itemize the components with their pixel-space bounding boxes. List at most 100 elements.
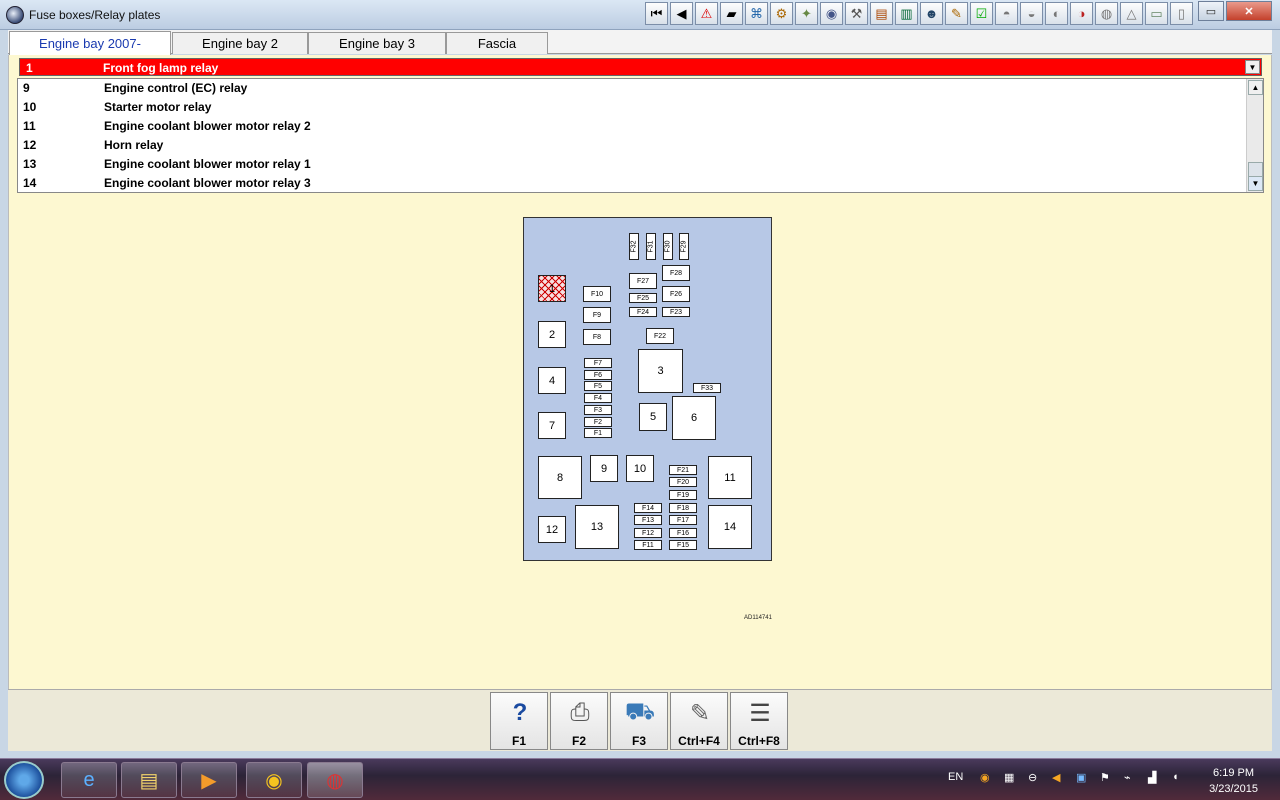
language-indicator[interactable]: EN — [948, 771, 963, 783]
fuse-f27[interactable]: F27 — [629, 273, 657, 289]
info-icon[interactable]: ▰ — [720, 2, 743, 25]
report-icon[interactable]: ☑ — [970, 2, 993, 25]
document-icon[interactable]: ▯ — [1170, 2, 1193, 25]
flag-icon[interactable]: ⚑ — [1100, 771, 1110, 784]
list-item[interactable]: 11 Engine coolant blower motor relay 2 — [18, 117, 1246, 136]
tab-engine-bay-2007[interactable]: Engine bay 2007- — [9, 31, 171, 55]
fuse-f18[interactable]: F18 — [669, 503, 697, 513]
relay-6[interactable]: 6 — [672, 396, 716, 440]
component-list[interactable]: 9 Engine control (EC) relay 10 Starter mot… — [17, 78, 1264, 193]
relay-1[interactable]: 1 — [538, 275, 566, 302]
edit-icon[interactable]: ✎ — [945, 2, 968, 25]
relay-9[interactable]: 9 — [590, 455, 618, 482]
vehicle-button[interactable]: ⛟ F3 — [610, 692, 668, 750]
start-button[interactable] — [4, 761, 44, 799]
fuse-f8[interactable]: F8 — [583, 329, 611, 345]
fuse-f31[interactable]: F31 — [646, 233, 656, 260]
list-item[interactable]: 13 Engine coolant blower motor relay 1 — [18, 155, 1246, 174]
car-service-icon[interactable]: ◒ — [1020, 2, 1043, 25]
media-player-icon[interactable]: ▶ — [181, 762, 237, 798]
app-taskbar-icon[interactable]: ◍ — [307, 762, 363, 798]
relay-4[interactable]: 4 — [538, 367, 566, 394]
relay-11[interactable]: 11 — [708, 456, 752, 499]
fuse-f4[interactable]: F4 — [584, 393, 612, 403]
relay-7[interactable]: 7 — [538, 412, 566, 439]
fuse-f21[interactable]: F21 — [669, 465, 697, 475]
help-button[interactable]: ? F1 — [490, 692, 548, 750]
fuse-f11[interactable]: F11 — [634, 540, 662, 550]
chrome-icon[interactable]: ◉ — [246, 762, 302, 798]
fuse-f33[interactable]: F33 — [693, 383, 721, 393]
minimize-button[interactable]: ▭ — [1198, 1, 1224, 21]
triangle-icon[interactable]: △ — [1120, 2, 1143, 25]
tray-icon[interactable]: ◉ — [980, 771, 990, 784]
tray-icon[interactable]: ⊖ — [1028, 771, 1037, 784]
relay-13[interactable]: 13 — [575, 505, 619, 549]
fuse-f23[interactable]: F23 — [662, 307, 690, 317]
tool-icon[interactable]: ✦ — [795, 2, 818, 25]
signal-icon[interactable]: ▟ — [1148, 771, 1156, 784]
people-icon[interactable]: ☻ — [920, 2, 943, 25]
network-icon[interactable]: ⌘ — [745, 2, 768, 25]
tab-engine-bay-2[interactable]: Engine bay 2 — [172, 32, 308, 54]
folder-icon[interactable]: ▤ — [121, 762, 177, 798]
fuse-f20[interactable]: F20 — [669, 477, 697, 487]
wrench-icon[interactable]: ⚒ — [845, 2, 868, 25]
chevron-down-icon[interactable]: ▼ — [1245, 60, 1260, 74]
fuse-f1[interactable]: F1 — [584, 428, 612, 438]
fuse-f24[interactable]: F24 — [629, 307, 657, 317]
fuse-f13[interactable]: F13 — [634, 515, 662, 525]
fuse-f5[interactable]: F5 — [584, 381, 612, 391]
fuse-f2[interactable]: F2 — [584, 417, 612, 427]
chart-icon[interactable]: ▤ — [870, 2, 893, 25]
car-tools-icon[interactable]: ◐ — [1045, 2, 1068, 25]
relay-2[interactable]: 2 — [538, 321, 566, 348]
tray-icon[interactable]: ▦ — [1004, 771, 1014, 784]
car-icon[interactable]: ◓ — [995, 2, 1018, 25]
relay-10[interactable]: 10 — [626, 455, 654, 482]
fuse-f10[interactable]: F10 — [583, 286, 611, 302]
previous-icon[interactable]: ◀ — [670, 2, 693, 25]
scroll-down-icon[interactable]: ▼ — [1248, 176, 1263, 191]
tab-fascia[interactable]: Fascia — [446, 32, 548, 54]
fuse-f14[interactable]: F14 — [634, 503, 662, 513]
book-icon[interactable]: ▥ — [895, 2, 918, 25]
scroll-up-icon[interactable]: ▲ — [1248, 80, 1263, 95]
print-button[interactable]: ⎙ F2 — [550, 692, 608, 750]
volume-icon[interactable]: ◖ — [1172, 771, 1179, 783]
fuse-f6[interactable]: F6 — [584, 370, 612, 380]
fuse-f15[interactable]: F15 — [669, 540, 697, 550]
fuse-f25[interactable]: F25 — [629, 293, 657, 303]
fuse-f7[interactable]: F7 — [584, 358, 612, 368]
fuse-f9[interactable]: F9 — [583, 307, 611, 323]
list-item[interactable]: 14 Engine coolant blower motor relay 3 — [18, 174, 1246, 193]
list-item[interactable]: 9 Engine control (EC) relay — [18, 79, 1246, 98]
lamp-icon[interactable]: ◍ — [1095, 2, 1118, 25]
fuse-f19[interactable]: F19 — [669, 490, 697, 500]
component-select[interactable]: 1 Front fog lamp relay ▼ — [19, 58, 1262, 76]
relay-5[interactable]: 5 — [639, 403, 667, 431]
fuse-f3[interactable]: F3 — [584, 405, 612, 415]
fuse-f16[interactable]: F16 — [669, 528, 697, 538]
settings-icon[interactable]: ⚙ — [770, 2, 793, 25]
battery-icon[interactable]: ▭ — [1145, 2, 1168, 25]
clock[interactable]: 6:19 PM 3/23/2015 — [1209, 765, 1258, 797]
fuse-f30[interactable]: F30 — [663, 233, 673, 260]
list-item[interactable]: 10 Starter motor relay — [18, 98, 1246, 117]
fuse-f29[interactable]: F29 — [679, 233, 689, 260]
first-page-icon[interactable]: ⏮ — [645, 2, 668, 25]
fuse-f12[interactable]: F12 — [634, 528, 662, 538]
ie-icon[interactable]: e — [61, 762, 117, 798]
table-button[interactable]: ☰ Ctrl+F8 — [730, 692, 788, 750]
list-scrollbar[interactable]: ▲ ▼ — [1246, 79, 1263, 192]
tray-icon[interactable]: ◀ — [1052, 771, 1060, 784]
fuse-f28[interactable]: F28 — [662, 265, 690, 281]
list-item[interactable]: 12 Horn relay — [18, 136, 1246, 155]
fuse-f17[interactable]: F17 — [669, 515, 697, 525]
fuse-f26[interactable]: F26 — [662, 286, 690, 302]
relay-8[interactable]: 8 — [538, 456, 582, 499]
car-alert-icon[interactable]: ◑ — [1070, 2, 1093, 25]
relay-14[interactable]: 14 — [708, 505, 752, 549]
fuse-f32[interactable]: F32 — [629, 233, 639, 260]
relay-3[interactable]: 3 — [638, 349, 683, 393]
